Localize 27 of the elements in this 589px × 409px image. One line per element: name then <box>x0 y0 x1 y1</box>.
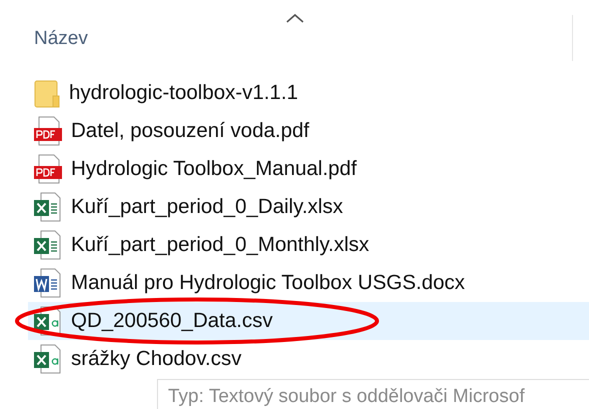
file-name: Hydrologic Toolbox_Manual.pdf <box>71 157 357 181</box>
file-row[interactable]: Manuál pro Hydrologic Toolbox USGS.docx <box>28 264 589 302</box>
file-name: Datel, posouzení voda.pdf <box>71 119 310 143</box>
file-name: srážky Chodov.csv <box>71 347 242 371</box>
file-name: Manuál pro Hydrologic Toolbox USGS.docx <box>71 271 465 295</box>
file-name: QD_200560_Data.csv <box>71 309 273 333</box>
tooltip-text: Typ: Textový soubor s oddělovači Microsof <box>168 386 526 408</box>
file-row[interactable]: srážky Chodov.csv <box>28 340 589 378</box>
column-header[interactable]: Název <box>34 28 88 50</box>
folder-icon <box>33 78 61 108</box>
file-name: hydrologic-toolbox-v1.1.1 <box>69 81 298 105</box>
file-row[interactable]: Kuří_part_period_0_Monthly.xlsx <box>28 226 589 264</box>
pdf-file-icon <box>33 116 63 146</box>
sort-caret-icon <box>286 13 304 23</box>
spreadsheet-file-icon <box>33 192 63 222</box>
file-row[interactable]: hydrologic-toolbox-v1.1.1 <box>28 74 589 112</box>
file-name: Kuří_part_period_0_Daily.xlsx <box>71 195 343 219</box>
document-file-icon <box>33 268 63 298</box>
file-row[interactable]: Datel, posouzení voda.pdf <box>28 112 589 150</box>
csv-file-icon <box>33 344 63 374</box>
spreadsheet-file-icon <box>33 230 63 260</box>
file-name: Kuří_part_period_0_Monthly.xlsx <box>71 233 370 257</box>
file-row[interactable]: Kuří_part_period_0_Daily.xlsx <box>28 188 589 226</box>
file-row[interactable]: QD_200560_Data.csv <box>28 302 589 340</box>
pdf-file-icon <box>33 154 63 184</box>
file-row[interactable]: Hydrologic Toolbox_Manual.pdf <box>28 150 589 188</box>
csv-file-icon <box>33 306 63 336</box>
